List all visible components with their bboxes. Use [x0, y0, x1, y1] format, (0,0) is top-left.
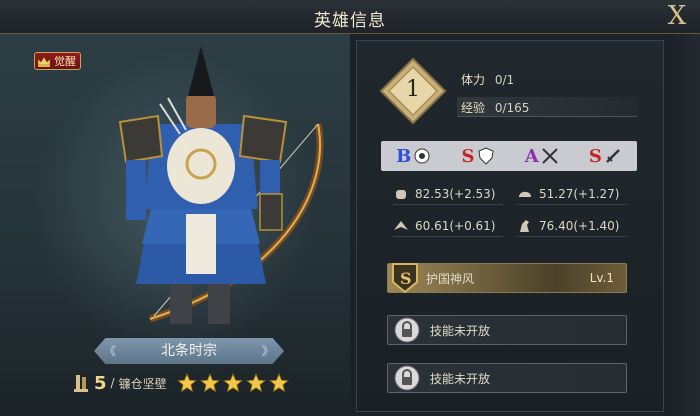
sword-icon [606, 149, 620, 163]
awaken-label: 觉醒 [54, 55, 76, 68]
lion-icon [414, 148, 430, 164]
hero-portrait[interactable] [90, 44, 340, 344]
horse-icon [520, 219, 529, 232]
attribute-command: 51.27(+1.27) [517, 183, 627, 205]
experience-row: 经验 0/165 [461, 99, 529, 116]
lock-icon [394, 365, 420, 391]
aptitude-grade[interactable]: A [525, 146, 559, 167]
star-icon [222, 373, 243, 393]
attribute-speed: 76.40(+1.40) [517, 215, 627, 237]
attribute-value: 51.27(+1.27) [539, 186, 620, 201]
aptitude-grade[interactable]: S [589, 146, 622, 167]
aptitude-letter: B [396, 145, 412, 167]
crossed-arrows-icon [541, 148, 558, 164]
crown-icon [37, 55, 51, 67]
hero-name: 北条时宗 [161, 343, 217, 359]
attribute-value: 82.53(+2.53) [415, 186, 496, 201]
lock-icon [394, 317, 420, 343]
skill-name: 技能未开放 [430, 371, 491, 386]
hero-level: 1 [406, 77, 420, 102]
close-button[interactable]: X [664, 1, 690, 31]
soldier-icon [74, 375, 88, 392]
wing-icon [394, 220, 408, 230]
attribute-value: 76.40(+1.40) [539, 218, 620, 233]
skill-slot-3[interactable]: 技能未开放 [387, 363, 627, 393]
star-icon [268, 373, 289, 393]
troop-aptitude-row: B S A S [381, 141, 637, 171]
hero-display-panel: 觉醒 《 北条时宗 》 5 / 镰仓坚壁 [0, 34, 350, 416]
experience-value: 0/165 [494, 101, 530, 115]
skill-slot-2[interactable]: 技能未开放 [387, 315, 627, 345]
hero-name-banner: 《 北条时宗 》 [94, 338, 284, 364]
experience-label: 经验 [461, 101, 486, 115]
chevron-right-icon: 》 [261, 344, 274, 358]
right-edge-decoration [666, 34, 700, 416]
star-rating [176, 373, 292, 393]
hero-info-panel: 1 体力 0/1 经验 0/165 B S A S 82.53(+2.53) 5… [356, 40, 664, 412]
stamina-label: 体力 [461, 73, 486, 87]
star-icon [176, 373, 197, 393]
shield-icon [477, 147, 494, 165]
troop-count: 5 [94, 372, 107, 394]
window-title: 英雄信息 [314, 11, 386, 31]
skill-slot-1[interactable]: S 护国神风 Lv.1 [387, 263, 627, 294]
aptitude-grade[interactable]: B [396, 146, 431, 167]
aptitude-letter: A [524, 145, 539, 167]
stamina-value: 0/1 [494, 73, 515, 87]
skill-grade-letter: S [400, 269, 412, 288]
helmet-icon [519, 191, 531, 197]
chevron-left-icon: 《 [104, 344, 117, 358]
hero-troop-and-stars: 5 / 镰仓坚壁 [72, 370, 292, 396]
skill-name: 技能未开放 [430, 323, 491, 338]
awaken-badge[interactable]: 觉醒 [34, 52, 81, 70]
aptitude-grade[interactable]: S [462, 146, 495, 167]
attribute-force: 82.53(+2.53) [393, 183, 503, 205]
title-bar: 英雄信息 X [0, 0, 700, 34]
stamina-row: 体力 0/1 [461, 71, 514, 88]
aptitude-letter: S [461, 145, 475, 167]
star-icon [199, 373, 220, 393]
fist-icon [396, 189, 406, 199]
star-icon [245, 373, 266, 393]
skill-name: 护国神风 [426, 271, 475, 286]
aptitude-letter: S [588, 145, 602, 167]
troop-type: 镰仓坚壁 [118, 376, 167, 391]
skill-level: Lv.1 [589, 271, 614, 285]
attribute-intellect: 60.61(+0.61) [393, 215, 503, 237]
attribute-value: 60.61(+0.61) [415, 218, 496, 233]
troop-separator: / [110, 376, 115, 390]
